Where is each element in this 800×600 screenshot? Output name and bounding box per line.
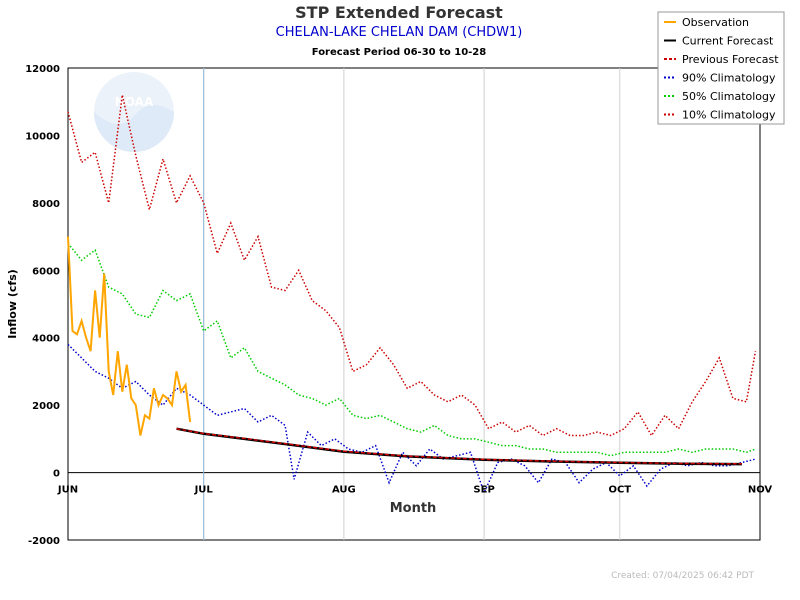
legend-label-10pct-climatology: 10% Climatology [682, 109, 776, 122]
x-axis-label: Month [390, 501, 437, 516]
x-tick-label: OCT [608, 485, 631, 496]
legend-label-90pct-climatology: 90% Climatology [682, 72, 776, 85]
y-tick-label: 2000 [32, 401, 60, 412]
inflow-chart: NOAA -2000 0 2000 4000 6000 8000 10000 12000 JU… [0, 0, 800, 600]
y-tick-label: 0 [53, 469, 60, 480]
y-tick-label: 4000 [32, 334, 60, 345]
plot-area [67, 67, 761, 541]
x-tick-label: JUN [57, 485, 78, 496]
y-tick-label: 12000 [25, 64, 60, 75]
y-tick-label: 8000 [32, 199, 60, 210]
legend: Observation Current Forecast Previous Fore… [657, 11, 785, 125]
created-timestamp: Created: 07/04/2025 06:42 PDT [611, 571, 754, 581]
forecast-period: Forecast Period 06-30 to 10-28 [312, 47, 487, 58]
y-tick-label: -2000 [28, 536, 60, 547]
y-tick-label: 10000 [25, 131, 60, 142]
x-tick-label: JUL [194, 485, 214, 496]
x-tick-label: AUG [332, 485, 356, 496]
legend-label-observation: Observation [682, 16, 749, 29]
legend-label-previous-forecast: Previous Forecast [682, 53, 779, 66]
noaa-logo: NOAA [94, 72, 174, 152]
legend-label-50pct-climatology: 50% Climatology [682, 90, 776, 103]
chart-title: STP Extended Forecast [295, 3, 503, 22]
y-axis-label: Inflow (cfs) [6, 269, 19, 339]
chart-subtitle: CHELAN-LAKE CHELAN DAM (CHDW1) [276, 25, 523, 40]
x-tick-label: SEP [473, 485, 494, 496]
y-tick-label: 6000 [32, 266, 60, 277]
legend-label-current-forecast: Current Forecast [682, 35, 774, 48]
x-tick-label: NOV [748, 485, 773, 496]
